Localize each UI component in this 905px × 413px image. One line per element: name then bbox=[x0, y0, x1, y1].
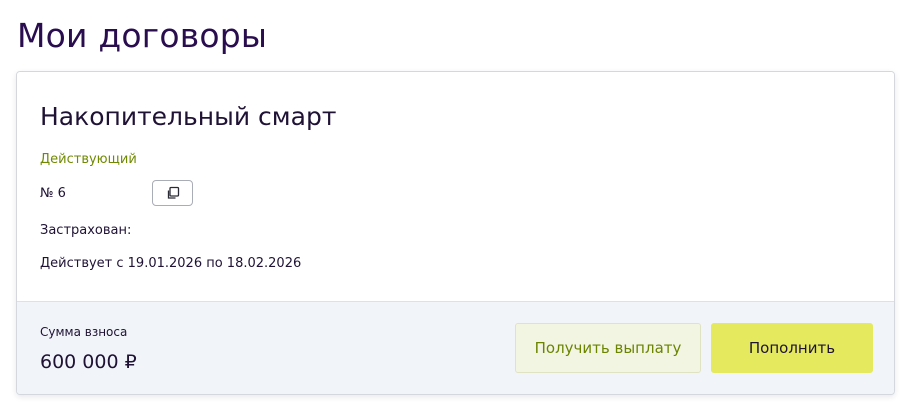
contract-number: № 6 bbox=[40, 186, 66, 201]
insured-label: Застрахован: bbox=[40, 223, 132, 238]
get-payout-button[interactable]: Получить выплату bbox=[515, 323, 701, 373]
page: Мои договоры Накопительный смарт Действу… bbox=[0, 0, 905, 413]
validity-period: Действует с 19.01.2026 по 18.02.2026 bbox=[40, 256, 302, 271]
status-badge: Действующий bbox=[40, 152, 137, 167]
page-title: Мои договоры bbox=[17, 16, 268, 55]
copy-icon bbox=[167, 186, 179, 199]
contract-card: Накопительный смарт Действующий № 6 Заст… bbox=[16, 71, 895, 395]
top-up-button[interactable]: Пополнить bbox=[711, 323, 873, 373]
amount-value: 600 000 ₽ bbox=[40, 351, 137, 373]
amount-label: Сумма взноса bbox=[40, 325, 128, 339]
copy-number-button[interactable] bbox=[152, 180, 193, 206]
product-name[interactable]: Накопительный смарт bbox=[40, 99, 336, 135]
contract-card-footer: Сумма взноса 600 000 ₽ Получить выплату … bbox=[17, 301, 894, 394]
contract-card-info: Накопительный смарт Действующий № 6 Заст… bbox=[17, 72, 894, 301]
